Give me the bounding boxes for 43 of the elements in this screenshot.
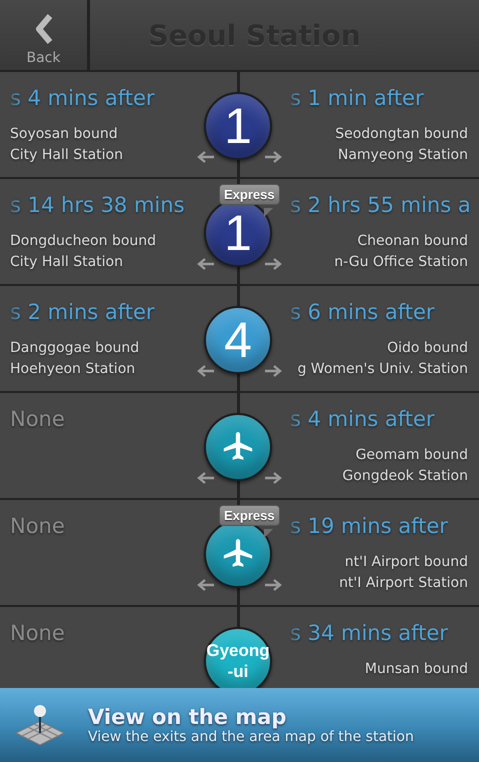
current-station-label: Namyeong Station — [338, 146, 468, 165]
no-train-label: None — [10, 407, 66, 431]
destination-label: nt'I Airport bound — [344, 553, 468, 572]
direction-panel[interactable]: s 6 mins after Oido bound g Women's Univ. Station — [272, 286, 479, 391]
current-station-label: nt'I Airport Station — [339, 574, 468, 593]
no-train-label: None — [10, 621, 66, 645]
destination-label: Soyosan bound — [10, 125, 118, 144]
destination-label: Dongducheon bound — [10, 232, 156, 251]
direction-panel[interactable]: s 14 hrs 38 mins Dongducheon bound City Hall Station — [0, 179, 204, 284]
arrival-time: s 34 mins after — [290, 621, 448, 645]
bubble-tail-icon — [264, 529, 273, 538]
destination-label: Cheonan bound — [357, 232, 468, 251]
destination-label: Munsan bound — [364, 660, 468, 679]
arrival-time: s 2 hrs 55 mins a — [290, 193, 471, 217]
map-pin-icon — [14, 703, 66, 747]
destination-label: Geomam bound — [356, 446, 468, 465]
current-station-label: Gongdeok Station — [342, 467, 468, 486]
current-station-label: City Hall Station — [10, 253, 123, 272]
direction-panel[interactable]: s 2 mins after Danggogae bound Hoehyeon Station — [0, 286, 204, 391]
destination-label: Oido bound — [387, 339, 468, 358]
arrival-time: s 14 hrs 38 mins — [10, 193, 185, 217]
destination-label: Danggogae bound — [10, 339, 140, 358]
current-station-label: Hoehyeon Station — [10, 360, 136, 379]
direction-panel[interactable]: s 4 mins after Geomam bound Gongdeok Station — [272, 393, 479, 498]
view-map-button[interactable]: View on the map View the exits and the area map of the station — [0, 688, 479, 762]
destination-label: Seodongtan bound — [335, 125, 468, 144]
direction-panel[interactable]: s 1 min after Seodongtan bound Namyeong Station — [272, 72, 479, 177]
current-station-label: g Women's Univ. Station — [297, 360, 468, 379]
arrival-time: s 1 min after — [290, 86, 424, 110]
no-train-label: None — [10, 514, 66, 538]
direction-panel[interactable]: s 34 mins after Munsan bound — [272, 607, 479, 688]
arrival-time: s 4 mins after — [290, 407, 435, 431]
arrival-time: s 19 mins after — [290, 514, 448, 538]
arrival-time: s 6 mins after — [290, 300, 435, 324]
express-tag: Express — [219, 184, 280, 205]
express-tag: Express — [219, 505, 280, 526]
arrival-time: s 4 mins after — [10, 86, 155, 110]
current-station-label: n-Gu Office Station — [334, 253, 468, 272]
back-chevron-icon — [34, 14, 54, 44]
bubble-tail-icon — [264, 208, 273, 217]
arrival-time: s 2 mins after — [10, 300, 155, 324]
current-station-label: City Hall Station — [10, 146, 123, 165]
direction-panel[interactable]: s 4 mins after Soyosan bound City Hall Station — [0, 72, 204, 177]
